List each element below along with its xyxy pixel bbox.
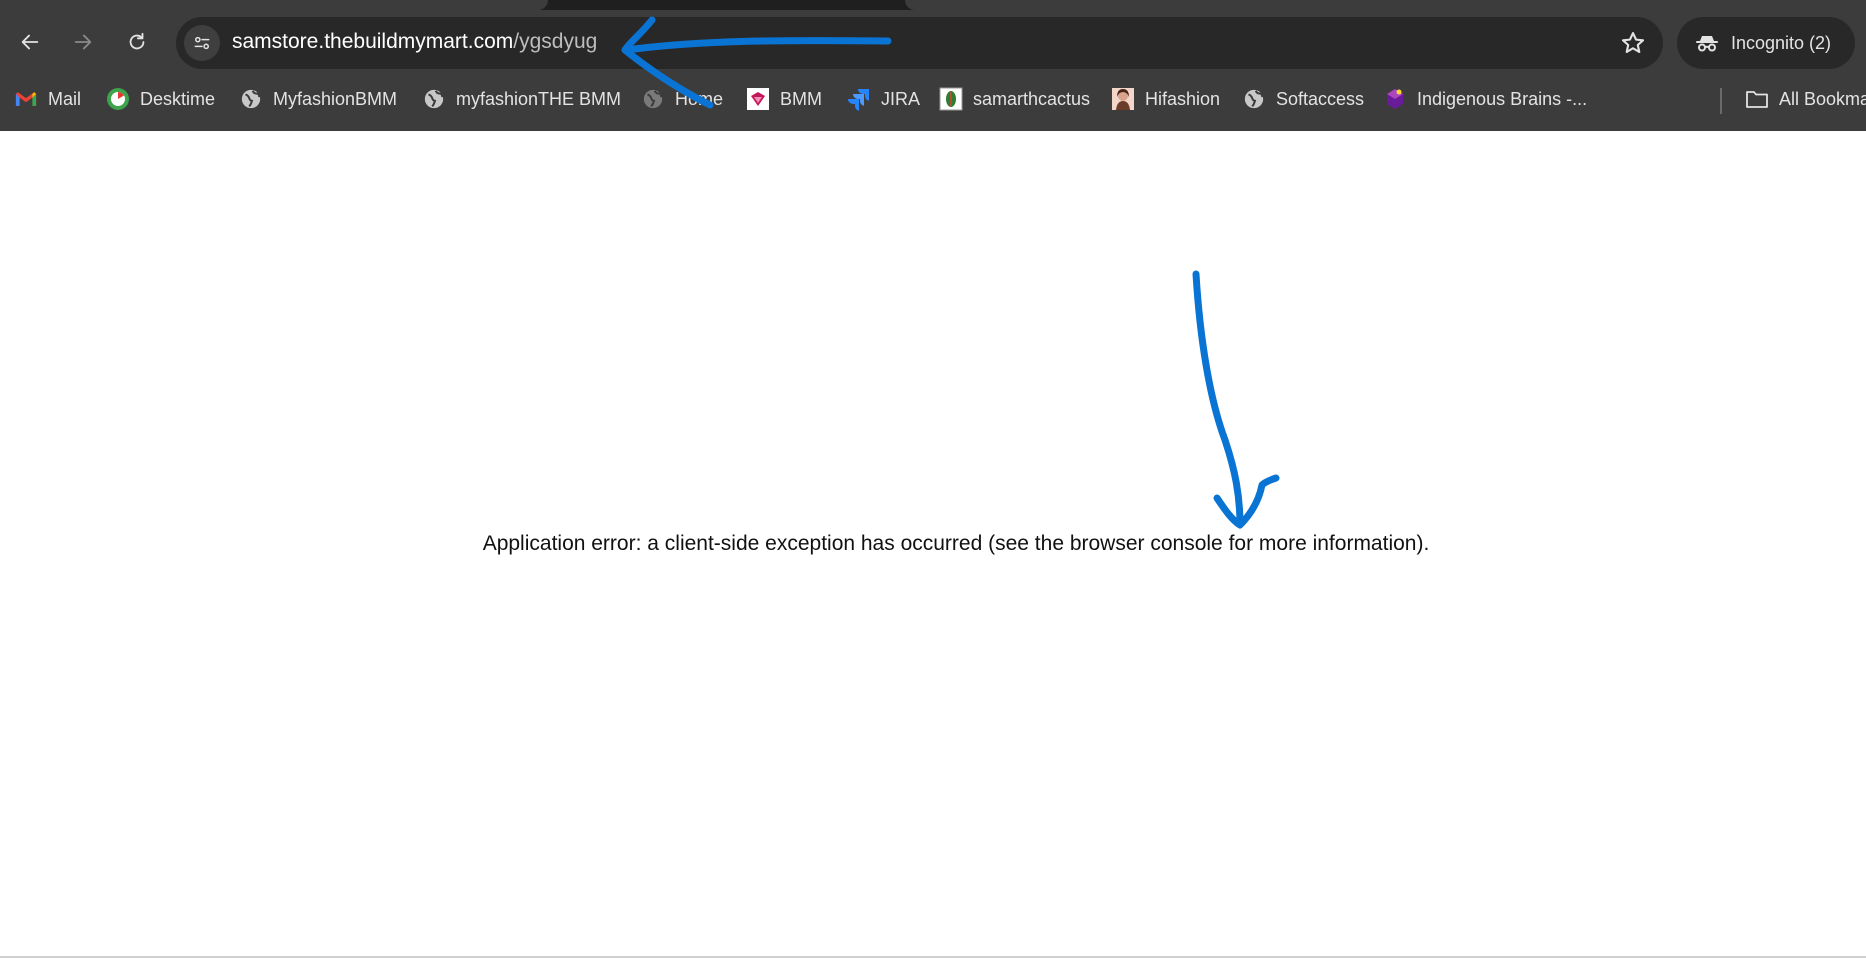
address-bar[interactable]: samstore.thebuildmymart.com/ygsdyug <box>176 17 1663 69</box>
annotation-layer <box>621 16 1280 529</box>
bookmark-hifashion[interactable]: Hifashion <box>1111 86 1220 112</box>
indigenous-brains-icon <box>1383 87 1407 111</box>
bookmark-label: JIRA <box>881 88 921 109</box>
bookmark-home[interactable]: Home <box>641 86 723 112</box>
bookmark-softaccess[interactable]: Softaccess <box>1242 86 1364 112</box>
hifashion-icon <box>1111 87 1135 111</box>
bookmark-label: Softaccess <box>1276 88 1365 109</box>
cactus-icon <box>939 87 963 111</box>
bookmarks-bar: Mail Desktime MyfashionBMM myfashionTHE … <box>0 80 1866 118</box>
annotation-arrow-down <box>1192 270 1280 529</box>
incognito-icon <box>1696 36 1718 52</box>
bookmark-jira[interactable]: JIRA <box>847 86 920 112</box>
forward-button[interactable] <box>63 22 103 62</box>
reload-icon <box>129 32 145 50</box>
bookmark-myfashionthebmm[interactable]: myfashionTHE BMM <box>422 86 621 112</box>
bookmark-star-button[interactable] <box>1619 29 1647 57</box>
bookmark-myfashionbmm[interactable]: MyfashionBMM <box>239 86 397 112</box>
incognito-label: Incognito (2) <box>1731 32 1832 53</box>
bookmark-label: Indigenous Brains -... <box>1417 88 1588 109</box>
bookmark-indigenous-brains[interactable]: Indigenous Brains -... <box>1383 86 1587 112</box>
bookmark-mail[interactable]: Mail <box>14 86 81 112</box>
bookmark-samarthcactus[interactable]: samarthcactus <box>939 86 1090 112</box>
globe-icon <box>239 87 263 111</box>
star-icon <box>1621 32 1645 54</box>
tab-inactive[interactable] <box>905 0 1866 10</box>
application-error-message: Application error: a client-side excepti… <box>482 532 1430 555</box>
browser-toolbar: samstore.thebuildmymart.com/ygsdyug Inco… <box>0 0 1866 131</box>
globe-icon <box>1242 87 1266 111</box>
arrow-right-icon <box>74 34 92 50</box>
bmm-icon <box>746 87 770 111</box>
reload-button[interactable] <box>117 22 157 62</box>
site-info-button[interactable] <box>184 25 220 61</box>
bookmark-label: myfashionTHE BMM <box>456 88 622 109</box>
bookmark-desktime[interactable]: Desktime <box>106 86 215 112</box>
all-bookmarks-label: All Bookmarks <box>1779 88 1866 109</box>
url-path: /ygsdyug <box>513 30 598 53</box>
bookmark-label: Desktime <box>140 88 216 109</box>
bookmark-label: samarthcactus <box>973 88 1091 109</box>
incognito-button[interactable]: Incognito (2) <box>1677 17 1855 69</box>
jira-icon <box>847 87 871 111</box>
globe-icon <box>641 87 665 111</box>
arrow-left-icon <box>21 34 39 50</box>
tune-icon <box>194 36 210 50</box>
bookmark-label: MyfashionBMM <box>273 88 398 109</box>
folder-icon <box>1745 87 1769 111</box>
url-host: samstore.thebuildmymart.com <box>232 30 514 53</box>
bookmarks-divider <box>1720 88 1722 114</box>
tab-strip <box>0 0 1866 10</box>
all-bookmarks-button[interactable]: All Bookmarks <box>1745 86 1866 112</box>
bookmark-label: Home <box>675 88 724 109</box>
bookmark-label: Hifashion <box>1145 88 1221 109</box>
url-text[interactable]: samstore.thebuildmymart.com/ygsdyug <box>232 30 597 54</box>
gmail-icon <box>14 87 38 111</box>
globe-icon <box>422 87 446 111</box>
back-button[interactable] <box>10 22 50 62</box>
bookmark-label: Mail <box>48 88 82 109</box>
bookmark-label: BMM <box>780 88 822 109</box>
bookmark-bmm[interactable]: BMM <box>746 86 822 112</box>
tab-active[interactable] <box>0 0 548 10</box>
desktime-icon <box>106 87 130 111</box>
